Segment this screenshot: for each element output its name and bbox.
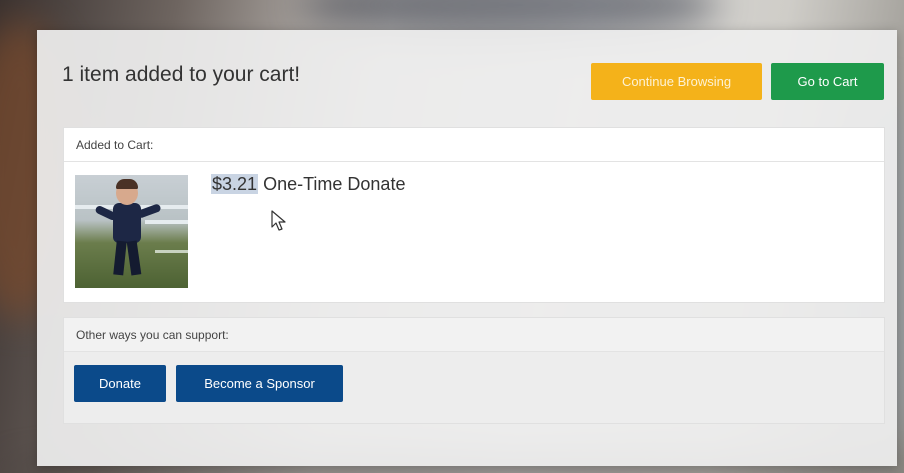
added-to-cart-heading: Added to Cart: bbox=[76, 138, 154, 152]
thumbnail-detail bbox=[113, 203, 141, 243]
go-to-cart-button[interactable]: Go to Cart bbox=[771, 63, 884, 100]
thumbnail-detail bbox=[126, 240, 142, 276]
add-to-cart-modal: 1 item added to your cart! Continue Brow… bbox=[37, 30, 897, 466]
cart-item-name: One-Time Donate bbox=[263, 174, 406, 194]
other-support-heading: Other ways you can support: bbox=[76, 328, 229, 342]
modal-header: 1 item added to your cart! Continue Brow… bbox=[37, 30, 897, 120]
cart-item-price: $3.21 bbox=[211, 174, 259, 194]
modal-title: 1 item added to your cart! bbox=[62, 63, 301, 86]
thumbnail-detail bbox=[113, 240, 127, 276]
thumbnail-detail bbox=[116, 179, 138, 189]
continue-browsing-button[interactable]: Continue Browsing bbox=[591, 63, 762, 100]
become-sponsor-button[interactable]: Become a Sponsor bbox=[176, 365, 343, 402]
product-thumbnail[interactable] bbox=[75, 175, 188, 288]
thumbnail-detail bbox=[155, 250, 188, 253]
panel-heading: Added to Cart: bbox=[64, 128, 884, 162]
donate-button[interactable]: Donate bbox=[74, 365, 166, 402]
added-to-cart-panel: Added to Cart: $3.21 One-Time Donate bbox=[63, 127, 885, 303]
cart-item-line: $3.21 One-Time Donate bbox=[211, 174, 405, 195]
panel-heading: Other ways you can support: bbox=[64, 318, 884, 352]
thumbnail-detail bbox=[145, 220, 188, 224]
mouse-pointer-icon bbox=[271, 210, 286, 231]
other-support-panel: Other ways you can support: Donate Becom… bbox=[63, 317, 885, 424]
